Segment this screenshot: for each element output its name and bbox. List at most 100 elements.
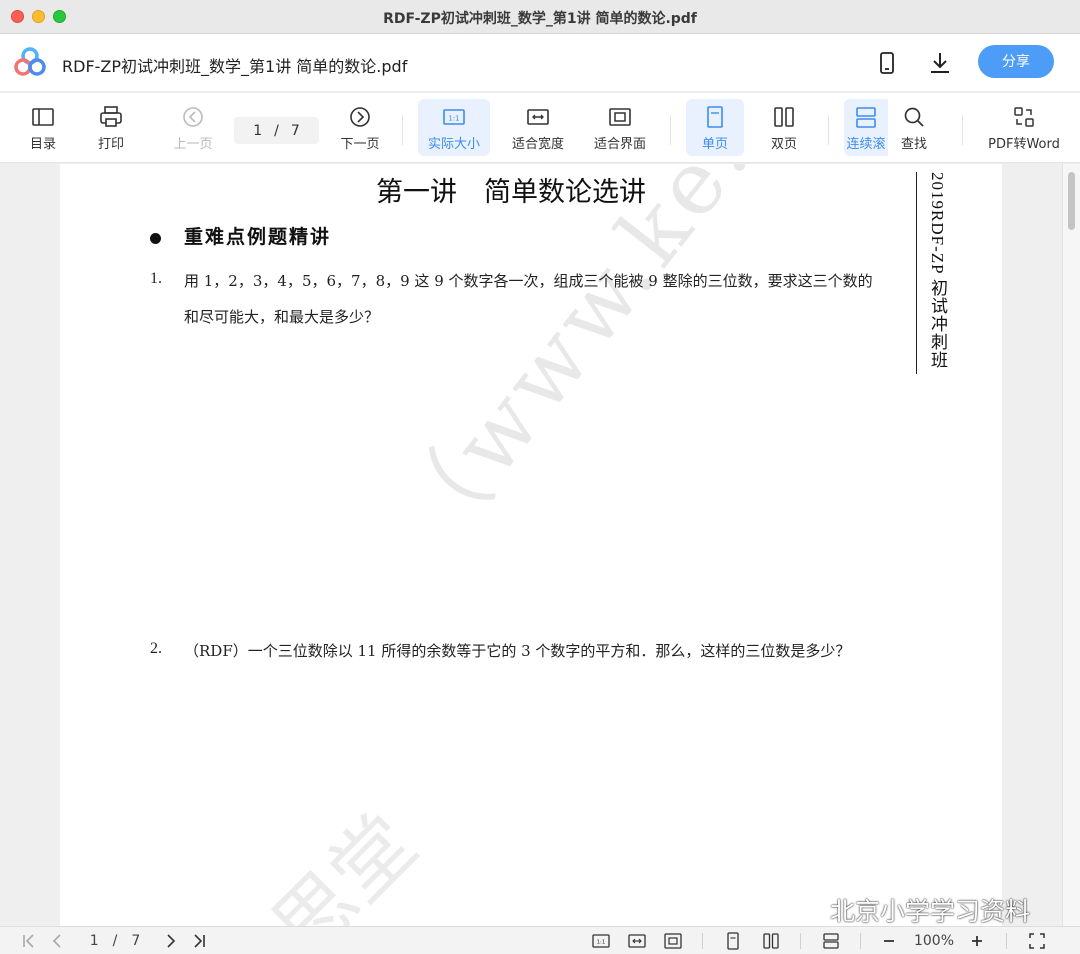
current-page: 1 (253, 122, 263, 139)
question-1-line-2: 和尽可能大，和最大是多少？ (184, 308, 380, 326)
last-page-button[interactable] (188, 931, 210, 951)
single-page-small-icon (727, 932, 739, 950)
zoom-level[interactable]: 100% (908, 931, 960, 951)
fit-width-small-icon (628, 934, 646, 948)
zoom-out-button[interactable] (878, 931, 900, 951)
download-icon[interactable] (927, 50, 953, 76)
bullet-dot (150, 233, 161, 244)
document-viewer[interactable]: （www.ke.live） 思堂 第一讲 简单数论选讲 重难点例题精讲 1. 用… (0, 164, 1080, 926)
status-page-separator: / (112, 933, 118, 949)
status-divider (702, 933, 703, 949)
question-2-number: 2. (150, 640, 162, 657)
svg-text:1:1: 1:1 (597, 940, 606, 946)
continuous-scroll-button[interactable]: 连续滚 (844, 99, 888, 156)
page-number-input[interactable]: 1 / 7 (234, 117, 319, 144)
fit-page-small-button[interactable] (662, 931, 684, 951)
fullscreen-button[interactable] (1026, 931, 1048, 951)
pdf-to-word-button[interactable]: PDF转Word (982, 99, 1066, 156)
find-label: 查找 (900, 137, 927, 152)
single-page-small-button[interactable] (722, 931, 744, 951)
mobile-icon[interactable] (874, 50, 900, 76)
continuous-scroll-label: 连续滚 (846, 137, 886, 152)
first-page-icon (23, 934, 34, 948)
next-page-button[interactable]: 下一页 (334, 99, 386, 156)
fit-width-icon (527, 109, 549, 125)
toc-button[interactable]: 目录 (18, 99, 68, 156)
status-divider (1006, 933, 1007, 949)
next-page-small-button[interactable] (160, 931, 182, 951)
watermark-text-2: 思堂 (255, 797, 435, 926)
next-page-label: 下一页 (340, 137, 380, 152)
first-page-button[interactable] (18, 931, 40, 951)
chevron-right-icon (167, 934, 176, 948)
print-label: 打印 (97, 137, 124, 152)
fullscreen-icon (1029, 933, 1045, 949)
watermark-text: （www.ke.live） (374, 164, 942, 570)
print-button[interactable]: 打印 (86, 99, 136, 156)
actual-size-small-button[interactable]: 1:1 (590, 931, 612, 951)
pdf-page: （www.ke.live） 思堂 第一讲 简单数论选讲 重难点例题精讲 1. 用… (60, 164, 1002, 926)
double-page-icon (774, 107, 794, 127)
section-heading: 重难点例题精讲 (184, 226, 332, 248)
fit-width-button[interactable]: 适合宽度 (504, 99, 572, 156)
double-page-label: 双页 (770, 137, 797, 152)
chevron-left-icon (52, 934, 61, 948)
total-pages: 7 (290, 122, 300, 139)
fit-page-icon (609, 108, 631, 126)
fit-width-small-button[interactable] (626, 931, 648, 951)
status-total-pages: 7 (131, 933, 141, 949)
actual-size-button[interactable]: 1:1 实际大小 (418, 99, 490, 156)
side-rule (916, 172, 917, 374)
fit-page-button[interactable]: 适合界面 (586, 99, 654, 156)
search-icon (904, 107, 924, 127)
vertical-scrollbar[interactable] (1062, 164, 1080, 926)
status-current-page: 1 (89, 933, 99, 949)
scrollbar-thumb[interactable] (1068, 172, 1075, 230)
toc-label: 目录 (29, 137, 56, 152)
plus-icon (972, 936, 982, 946)
minus-icon (884, 940, 894, 942)
toolbar-divider (402, 115, 403, 145)
toolbar: 目录 打印 上一页 1 / 7 下一页 1:1 实际大小 适合宽度 适合界面 单… (0, 93, 1080, 163)
window-title: RDF-ZP初试冲刺班_数学_第1讲 简单的数论.pdf (383, 11, 697, 27)
question-2-text: （RDF）一个三位数除以 11 所得的余数等于它的 3 个数字的平方和．那么，这… (184, 642, 851, 660)
toolbar-divider (828, 115, 829, 145)
find-button[interactable]: 查找 (890, 99, 938, 156)
share-button[interactable]: 分享 (978, 45, 1054, 78)
prev-page-label: 上一页 (173, 137, 213, 152)
document-name: RDF-ZP初试冲刺班_数学_第1讲 简单的数论.pdf (62, 57, 408, 76)
double-page-small-icon (763, 933, 779, 949)
chevron-right-circle-icon (350, 107, 370, 127)
continuous-small-button[interactable] (820, 931, 842, 951)
sidebar-icon (32, 108, 54, 126)
continuous-scroll-icon (856, 107, 876, 128)
double-page-small-button[interactable] (760, 931, 782, 951)
window-titlebar: RDF-ZP初试冲刺班_数学_第1讲 简单的数论.pdf (0, 0, 1080, 34)
zoom-in-button[interactable] (966, 931, 988, 951)
single-page-label: 单页 (701, 137, 728, 152)
actual-size-label: 实际大小 (427, 137, 480, 152)
toolbar-divider (962, 115, 963, 145)
status-page-indicator[interactable]: 1 / 7 (80, 931, 150, 951)
wechat-icon (789, 897, 822, 922)
last-page-icon (194, 934, 205, 948)
status-divider (860, 933, 861, 949)
app-header: RDF-ZP初试冲刺班_数学_第1讲 简单的数论.pdf 分享 (0, 34, 1080, 92)
status-divider (800, 933, 801, 949)
single-page-icon (707, 106, 723, 128)
printer-icon (100, 106, 122, 127)
single-page-button[interactable]: 单页 (686, 99, 744, 156)
wechat-label: 北京小学学习资料 (830, 897, 1031, 926)
wechat-watermark: 北京小学学习资料 (788, 892, 1030, 928)
svg-text:1:1: 1:1 (448, 115, 459, 123)
double-page-button[interactable]: 双页 (756, 99, 812, 156)
chevron-left-circle-icon (183, 107, 203, 127)
status-bar: 1 / 7 1:1 100% (0, 926, 1080, 954)
fit-page-label: 适合界面 (593, 137, 646, 152)
actual-size-icon: 1:1 (443, 109, 465, 125)
page-separator: / (274, 122, 279, 139)
lecture-title: 第一讲 简单数论选讲 (376, 177, 646, 208)
question-1-number: 1. (150, 270, 162, 287)
prev-page-small-button[interactable] (46, 931, 68, 951)
prev-page-button[interactable]: 上一页 (166, 99, 220, 156)
